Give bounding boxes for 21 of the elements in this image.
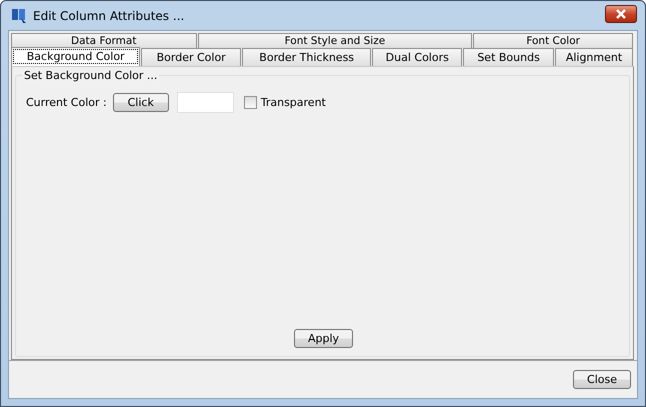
tab[interactable]: Background Color xyxy=(11,47,140,66)
group-title: Set Background Color ... xyxy=(22,69,160,82)
color-swatch xyxy=(176,92,234,113)
color-button[interactable]: Click xyxy=(112,93,169,112)
app-icon xyxy=(11,8,27,24)
tab[interactable]: Font Style and Size xyxy=(198,33,472,48)
close-button[interactable] xyxy=(605,4,637,22)
tab[interactable]: Border Color xyxy=(141,48,242,66)
tab[interactable]: Dual Colors xyxy=(372,48,462,66)
current-color-label: Current Color : xyxy=(26,96,107,109)
close-icon xyxy=(615,8,627,18)
window-title: Edit Column Attributes ... xyxy=(33,8,186,22)
tab[interactable]: Alignment xyxy=(555,48,633,66)
tab[interactable]: Border Thickness xyxy=(242,48,372,66)
checkbox-label: Transparent xyxy=(260,96,326,109)
tab[interactable]: Set Bounds xyxy=(463,48,554,66)
apply-button[interactable]: Apply xyxy=(294,329,353,348)
close-dialog-button[interactable]: Close xyxy=(573,370,631,389)
transparent-checkbox[interactable] xyxy=(244,96,257,109)
tab[interactable]: Font Color xyxy=(473,33,633,48)
tab[interactable]: Data Format xyxy=(11,33,196,48)
